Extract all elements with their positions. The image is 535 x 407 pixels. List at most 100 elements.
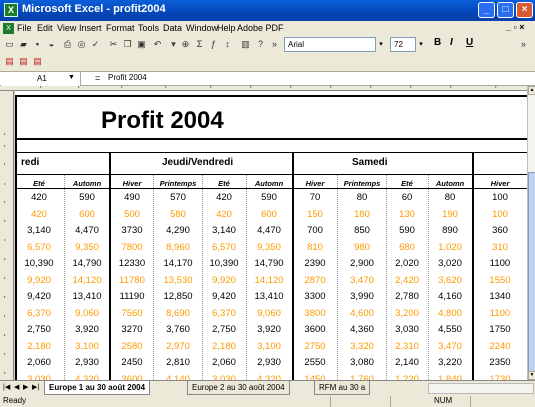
mdi-controls[interactable]: _ ▫ × [506, 22, 524, 32]
table-cell[interactable]: 3,920 [63, 324, 111, 335]
table-cell[interactable]: 2,810 [154, 357, 202, 368]
column-subheader[interactable]: Hiver [110, 179, 154, 188]
table-cell[interactable]: 2,900 [338, 258, 386, 269]
pdf-email-icon[interactable]: ▤ [17, 55, 30, 68]
table-cell[interactable]: 11780 [108, 275, 156, 286]
table-cell[interactable]: 9,060 [245, 308, 293, 319]
table-cell[interactable]: 70 [291, 192, 339, 203]
table-cell[interactable]: 4,550 [426, 324, 474, 335]
table-cell[interactable]: 2,420 [383, 275, 431, 286]
column-subheader[interactable]: Automn [428, 179, 472, 188]
column-subheader[interactable]: Hiver [478, 179, 522, 188]
table-cell[interactable]: 14,790 [245, 258, 293, 269]
menu-item-adobe-pdf[interactable]: Adobe PDF [237, 23, 284, 33]
table-cell[interactable]: 2,780 [383, 291, 431, 302]
table-cell[interactable]: 3,080 [338, 357, 386, 368]
table-cell[interactable]: 13,530 [154, 275, 202, 286]
scroll-up-icon[interactable]: ▲ [528, 86, 535, 95]
table-cell[interactable]: 13,410 [63, 291, 111, 302]
first-sheet-icon[interactable]: |◀ [3, 383, 10, 391]
minimize-button[interactable]: _ [478, 2, 495, 18]
menu-item-tools[interactable]: Tools [138, 23, 159, 33]
spelling-icon[interactable]: ✓ [89, 38, 102, 51]
help-icon[interactable]: ? [254, 38, 267, 51]
permission-icon[interactable]: ◒ [45, 38, 58, 51]
table-cell[interactable]: 2,310 [383, 341, 431, 352]
table-cell[interactable]: 810 [291, 242, 339, 253]
menu-item-edit[interactable]: Edit [37, 23, 53, 33]
table-cell[interactable]: 9,350 [63, 242, 111, 253]
table-cell[interactable]: 570 [154, 192, 202, 203]
chart-wizard-icon[interactable]: ▥ [239, 38, 252, 51]
table-cell[interactable]: 100 [476, 209, 524, 220]
column-subheader[interactable]: Eté [202, 179, 246, 188]
underline-button[interactable]: U [466, 37, 473, 48]
table-cell[interactable]: 3600 [291, 324, 339, 335]
scroll-down-icon[interactable]: ▼ [528, 371, 535, 380]
sheet-tab[interactable]: RFM au 30 a [314, 381, 371, 395]
column-subheader[interactable]: Printemps [156, 179, 200, 188]
sheet-tab[interactable]: Europe 2 au 30 août 2004 [187, 381, 290, 395]
table-cell[interactable]: 500 [108, 209, 156, 220]
table-cell[interactable]: 2580 [108, 341, 156, 352]
table-cell[interactable]: 3,990 [338, 291, 386, 302]
table-cell[interactable]: 8,960 [154, 242, 202, 253]
table-cell[interactable]: 590 [383, 225, 431, 236]
table-cell[interactable]: 6,570 [15, 242, 63, 253]
close-button[interactable]: × [516, 2, 533, 18]
group-header[interactable]: Jeudi/Vendredi [162, 157, 233, 168]
table-cell[interactable]: 3,020 [426, 258, 474, 269]
table-cell[interactable]: 8,690 [154, 308, 202, 319]
table-cell[interactable]: 80 [338, 192, 386, 203]
table-cell[interactable]: 3,100 [245, 341, 293, 352]
pdf-review-icon[interactable]: ▤ [31, 55, 44, 68]
table-cell[interactable]: 6,570 [200, 242, 248, 253]
table-cell[interactable]: 3270 [108, 324, 156, 335]
last-sheet-icon[interactable]: ▶| [32, 383, 39, 391]
chevron-down-icon[interactable]: ▼ [68, 74, 75, 81]
function-icon[interactable]: ƒ [207, 38, 220, 51]
table-cell[interactable]: 2,930 [63, 357, 111, 368]
table-cell[interactable]: 4,600 [338, 308, 386, 319]
table-cell[interactable]: 3,140 [200, 225, 248, 236]
table-cell[interactable]: 130 [383, 209, 431, 220]
copy-icon[interactable]: ❐ [121, 38, 134, 51]
table-cell[interactable]: 11190 [108, 291, 156, 302]
menu-item-help[interactable]: Help [217, 23, 236, 33]
menu-item-data[interactable]: Data [163, 23, 182, 33]
table-cell[interactable]: 2,750 [15, 324, 63, 335]
worksheet-grid[interactable]: Profit 2004 redi Jeudi/Vendredi Samedi E… [15, 91, 527, 380]
table-cell[interactable]: 590 [245, 192, 293, 203]
horizontal-scrollbar[interactable] [428, 383, 534, 394]
column-subheader[interactable]: Automn [65, 179, 109, 188]
table-cell[interactable]: 14,170 [154, 258, 202, 269]
menu-item-view[interactable]: View [57, 23, 76, 33]
table-cell[interactable]: 60 [383, 192, 431, 203]
open-icon[interactable]: ▰ [17, 38, 30, 51]
table-cell[interactable]: 9,420 [200, 291, 248, 302]
table-cell[interactable]: 980 [338, 242, 386, 253]
table-cell[interactable]: 9,420 [15, 291, 63, 302]
table-cell[interactable]: 2,180 [15, 341, 63, 352]
table-cell[interactable]: 2,060 [200, 357, 248, 368]
table-cell[interactable]: 6,370 [15, 308, 63, 319]
table-cell[interactable]: 12,850 [154, 291, 202, 302]
table-cell[interactable]: 4,800 [426, 308, 474, 319]
table-cell[interactable]: 3730 [108, 225, 156, 236]
table-cell[interactable]: 180 [338, 209, 386, 220]
hyperlink-icon[interactable]: ⊕ [179, 38, 192, 51]
table-cell[interactable]: 2,060 [15, 357, 63, 368]
table-cell[interactable]: 9,060 [63, 308, 111, 319]
font-name-box[interactable]: Arial [284, 37, 376, 52]
italic-button[interactable]: I [450, 37, 453, 48]
sheet-tab[interactable]: Europe 1 au 30 août 2004 [44, 381, 151, 395]
table-cell[interactable]: 3800 [291, 308, 339, 319]
print-preview-icon[interactable]: ◎ [75, 38, 88, 51]
table-cell[interactable]: 3,620 [426, 275, 474, 286]
excel-icon[interactable]: X [4, 3, 18, 17]
table-cell[interactable]: 2870 [291, 275, 339, 286]
column-subheader[interactable]: Hiver [293, 179, 337, 188]
vertical-scrollbar[interactable]: ▲ ▼ [527, 86, 535, 380]
menu-item-window[interactable]: Window [186, 23, 218, 33]
table-cell[interactable]: 2,930 [245, 357, 293, 368]
